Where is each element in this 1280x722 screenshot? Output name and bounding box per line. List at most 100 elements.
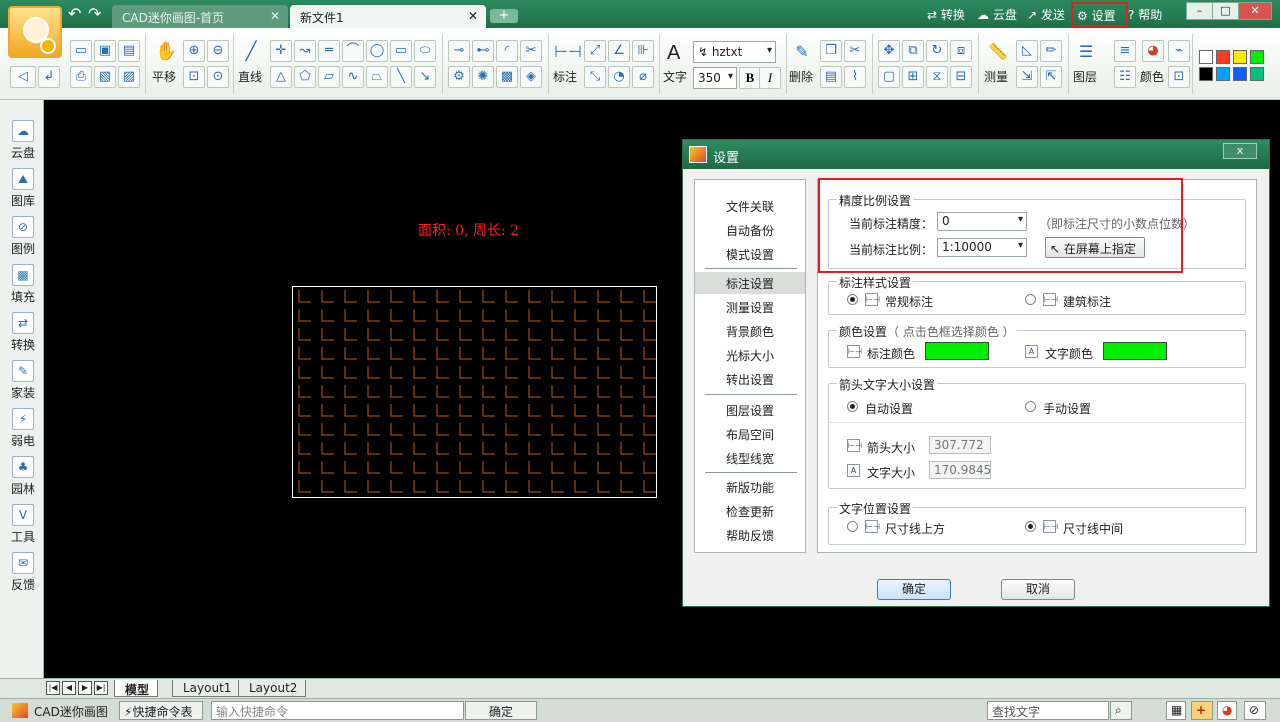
ok-button[interactable]: 确定: [877, 579, 951, 600]
search-icon[interactable]: ⌕: [1110, 701, 1132, 720]
nav-layer-settings[interactable]: 图层设置: [695, 399, 805, 421]
palette-swatch-teal[interactable]: [1250, 67, 1264, 81]
export-block-icon[interactable]: ⇱: [1040, 66, 1062, 88]
line-tool-icon[interactable]: ╱: [240, 42, 262, 64]
array-icon[interactable]: ⊞: [902, 66, 924, 88]
break-icon[interactable]: ✂: [520, 40, 542, 62]
text-color-swatch[interactable]: [1103, 342, 1167, 360]
parallelogram-icon[interactable]: ▱: [318, 66, 340, 88]
offset-icon[interactable]: ⧈: [950, 40, 972, 62]
nav-mode-settings[interactable]: 模式设置: [695, 243, 805, 265]
pentagon-icon[interactable]: ⬠: [294, 66, 316, 88]
nav-background-color[interactable]: 背景颜色: [695, 320, 805, 342]
tab-home[interactable]: CAD迷你画图-首页 ✕: [112, 5, 288, 28]
mirror-icon[interactable]: ⧖: [926, 66, 948, 88]
save-as-icon[interactable]: ▤: [118, 40, 140, 62]
radio-manual-size[interactable]: [1025, 401, 1036, 412]
nav-file-association[interactable]: 文件关联: [695, 195, 805, 217]
next-layout-icon[interactable]: ▶: [78, 681, 92, 695]
trim-icon[interactable]: ⊸: [448, 40, 470, 62]
radio-auto-size[interactable]: [847, 401, 858, 412]
trapezoid-icon[interactable]: ⏢: [366, 66, 388, 88]
sidebar-item-garden[interactable]: ♣ 园林: [6, 456, 40, 497]
zoom-out-icon[interactable]: ⊖: [207, 40, 229, 62]
continuous-dim-icon[interactable]: ⊪: [632, 40, 654, 62]
text-tool-icon[interactable]: A: [667, 42, 680, 65]
grid-array-icon[interactable]: ⊟: [950, 66, 972, 88]
area-icon[interactable]: ◺: [1016, 40, 1038, 62]
export-image-icon[interactable]: ▨: [118, 66, 140, 88]
app-logo-avatar[interactable]: [8, 6, 62, 58]
tab-close-icon[interactable]: ✕: [270, 9, 280, 23]
cancel-button[interactable]: 取消: [1001, 579, 1075, 600]
zoom-extents-icon[interactable]: ⊙: [207, 66, 229, 88]
drawing-rectangle[interactable]: [292, 286, 657, 498]
hatch-icon[interactable]: ▩: [496, 66, 518, 88]
add-tab-button[interactable]: +: [490, 9, 518, 23]
circle-icon[interactable]: ◯: [366, 40, 388, 62]
redo-icon[interactable]: ↷: [88, 6, 101, 22]
palette-swatch-green[interactable]: [1250, 50, 1264, 64]
sidebar-item-low-voltage[interactable]: ⚡ 弱电: [6, 408, 40, 449]
extend-icon[interactable]: ⊷: [472, 40, 494, 62]
send-link[interactable]: ↗ 发送: [1027, 6, 1065, 23]
properties-icon[interactable]: ⊡: [1168, 66, 1190, 88]
shortcut-list-button[interactable]: ⚡快捷命令表: [119, 701, 203, 720]
tab-new-file[interactable]: 新文件1 ✕: [290, 5, 486, 28]
palette-swatch-blue[interactable]: [1233, 67, 1247, 81]
rectangle-icon[interactable]: ▭: [390, 40, 412, 62]
dialog-close-button[interactable]: x: [1223, 143, 1257, 159]
scale-select[interactable]: 1:10000 ▾: [937, 238, 1027, 257]
tab-model[interactable]: 模型: [114, 680, 159, 697]
prev-layout-icon[interactable]: ◀: [62, 681, 76, 695]
ellipse-icon[interactable]: ⬭: [414, 40, 436, 62]
first-layout-icon[interactable]: |◀: [46, 681, 60, 695]
layer-label[interactable]: 图层: [1073, 68, 1097, 85]
import-block-icon[interactable]: ⇲: [1016, 66, 1038, 88]
cog-icon[interactable]: ✺: [472, 66, 494, 88]
sidebar-item-cloud[interactable]: ☁ 云盘: [6, 120, 40, 161]
cross-line-icon[interactable]: ✛: [270, 40, 292, 62]
font-combo[interactable]: ↯ hztxt ▾: [693, 41, 776, 63]
eraser-icon[interactable]: ✎: [791, 42, 813, 64]
nav-cursor-size[interactable]: 光标大小: [695, 344, 805, 366]
radio-text-above[interactable]: [847, 521, 858, 532]
radio-arch-dimension[interactable]: [1025, 294, 1036, 305]
nav-dimension-settings[interactable]: 标注设置: [695, 272, 805, 294]
diameter-dim-icon[interactable]: ⌀: [632, 66, 654, 88]
paste-icon[interactable]: ▤: [820, 66, 842, 88]
radio-text-middle[interactable]: [1025, 521, 1036, 532]
list-icon[interactable]: ☷: [1114, 66, 1136, 88]
close-window-button[interactable]: ✕: [1238, 2, 1272, 20]
help-link[interactable]: ? 帮助: [1128, 6, 1162, 23]
nav-new-features[interactable]: 新版功能: [695, 476, 805, 498]
sidebar-item-convert[interactable]: ⇄ 转换: [6, 312, 40, 353]
pdf-icon[interactable]: ▧: [94, 66, 116, 88]
settings-link[interactable]: ⚙ 设置: [1071, 2, 1128, 27]
precision-select[interactable]: 0 ▾: [937, 212, 1027, 231]
nav-linetype-weight[interactable]: 线型线宽: [695, 447, 805, 469]
aligned-dim-icon[interactable]: ⤢: [584, 40, 606, 62]
dimension-tool-icon[interactable]: ⊢⊣: [554, 42, 582, 64]
print-icon[interactable]: ⎙: [70, 66, 92, 88]
nav-layout-space[interactable]: 布局空间: [695, 423, 805, 445]
dim-color-swatch[interactable]: [925, 342, 989, 360]
diagonal-line-icon[interactable]: ╲: [390, 66, 412, 88]
color-label[interactable]: 颜色: [1140, 68, 1164, 85]
color-wheel-icon[interactable]: ◕: [1217, 701, 1237, 720]
angle-dim-icon[interactable]: ∠: [608, 40, 630, 62]
triangle-icon[interactable]: △: [270, 66, 292, 88]
text-label[interactable]: 文字: [663, 68, 687, 85]
search-text-input[interactable]: 查找文字: [987, 701, 1109, 720]
palette-swatch-cyan[interactable]: [1216, 67, 1230, 81]
text-size-combo[interactable]: 350 ▾: [693, 67, 737, 89]
color-wheel-icon[interactable]: ◕: [1142, 40, 1164, 62]
sidebar-item-library[interactable]: ⛰ 图库: [6, 168, 40, 209]
nav-measure-settings[interactable]: 测量设置: [695, 296, 805, 318]
move-icon[interactable]: ✥: [878, 40, 900, 62]
radius-dim-icon[interactable]: ◔: [608, 66, 630, 88]
nav-check-update[interactable]: 检查更新: [695, 500, 805, 522]
radio-normal-dimension[interactable]: [847, 294, 858, 305]
linetype-icon[interactable]: ⌁: [1168, 40, 1190, 62]
dimension-label[interactable]: 标注: [553, 68, 577, 85]
